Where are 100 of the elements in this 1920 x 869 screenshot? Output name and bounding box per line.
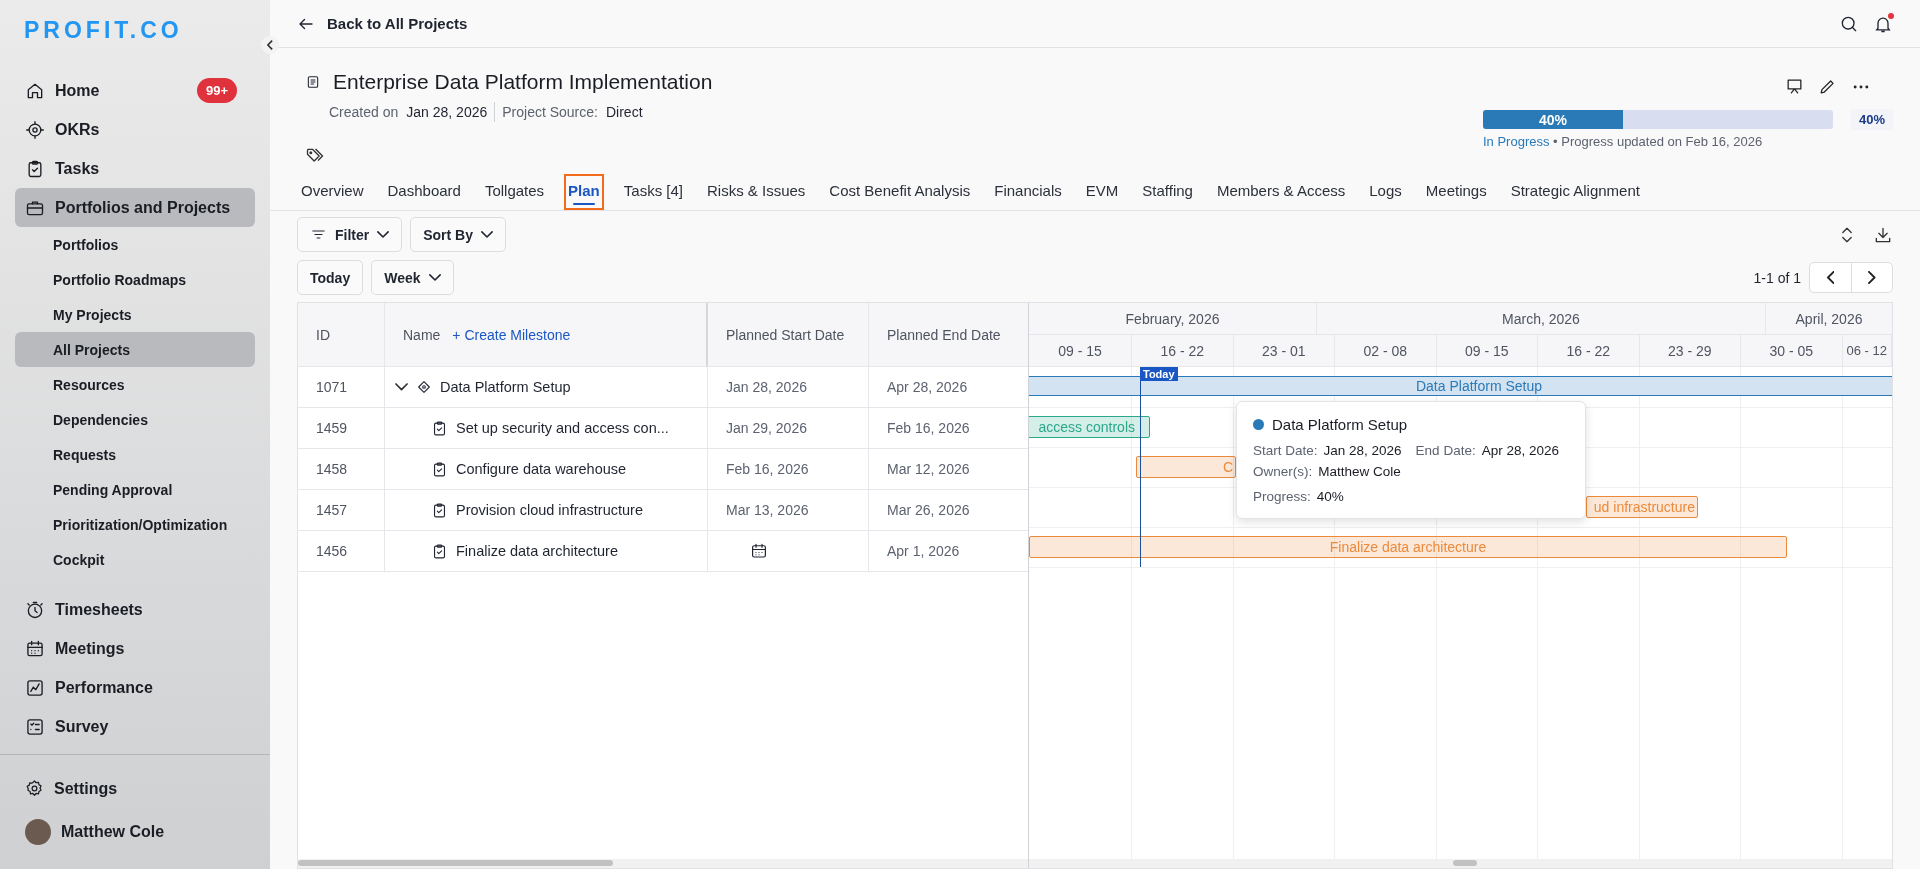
nav-subitem[interactable]: Pending Approval xyxy=(15,472,255,507)
filter-button[interactable]: Filter xyxy=(297,217,403,252)
nav-subitem[interactable]: Cockpit xyxy=(15,542,255,577)
clipboard-check-icon xyxy=(431,501,448,519)
nav-item[interactable]: Home 99+ xyxy=(15,71,255,110)
nav-item[interactable]: Portfolios and Projects xyxy=(15,188,255,227)
project-title: Enterprise Data Platform Implementation xyxy=(333,70,713,94)
pencil-icon[interactable] xyxy=(1818,77,1837,96)
today-button[interactable]: Today xyxy=(297,260,364,295)
nav-subitem[interactable]: All Projects xyxy=(15,332,255,367)
collapse-button[interactable] xyxy=(261,36,279,54)
tab[interactable]: Dashboard xyxy=(383,174,465,210)
chevron-left-icon xyxy=(1826,271,1835,284)
nav-item[interactable]: OKRs xyxy=(15,110,255,149)
week-label: 09 - 15 xyxy=(1058,342,1102,359)
bar-label: Finalize data architecture xyxy=(1329,539,1487,555)
chevron-right-icon xyxy=(1868,271,1876,284)
expand-toggle[interactable] xyxy=(395,383,408,391)
month-label: March, 2026 xyxy=(1502,310,1580,327)
task-name[interactable]: Configure data warehouse xyxy=(456,461,627,477)
nav-subitem[interactable]: Resources xyxy=(15,367,255,402)
column-header: Name xyxy=(403,326,441,343)
tab[interactable]: Overview xyxy=(297,174,368,210)
column-header: Planned Start Date xyxy=(708,303,869,366)
week-label: 30 - 05 xyxy=(1769,342,1814,359)
start-date: Feb 16, 2026 xyxy=(726,461,809,477)
tab[interactable]: Cost Benefit Analysis xyxy=(825,174,975,210)
clipboard-check-icon xyxy=(431,542,448,560)
tooltip-title: Data Platform Setup xyxy=(1272,416,1408,433)
line-chart-icon xyxy=(25,677,45,698)
id-cell: 1456 xyxy=(298,531,385,571)
tab[interactable]: Financials xyxy=(990,174,1066,210)
nav-subitem[interactable]: Prioritization/Optimization xyxy=(15,507,255,542)
start-date: Jan 29, 2026 xyxy=(726,420,807,436)
week-label: 02 - 08 xyxy=(1363,342,1408,359)
clipboard-check-icon xyxy=(431,460,448,478)
progress-updated: • Progress updated on Feb 16, 2026 xyxy=(1553,134,1763,149)
bar-label: access controls xyxy=(1038,419,1135,435)
tab[interactable]: Plan xyxy=(564,174,604,210)
pagination-text: 1-1 of 1 xyxy=(1753,269,1801,286)
tab[interactable]: Strategic Alignment xyxy=(1506,174,1644,210)
target-icon xyxy=(25,119,45,140)
scrollbar-thumb[interactable] xyxy=(1453,860,1477,866)
settings-item[interactable]: Settings xyxy=(15,769,255,808)
end-date: Mar 26, 2026 xyxy=(886,501,971,520)
tab[interactable]: Members & Access xyxy=(1212,174,1350,210)
nav-item[interactable]: Tasks xyxy=(15,149,255,188)
diamond-icon xyxy=(416,379,432,395)
calendar-icon xyxy=(25,638,45,659)
nav-subitem[interactable]: Portfolio Roadmaps xyxy=(15,262,255,297)
tab[interactable]: Staffing xyxy=(1138,174,1197,210)
calendar-icon[interactable] xyxy=(750,542,768,560)
tab[interactable]: Tollgates xyxy=(480,174,549,210)
avatar xyxy=(25,818,51,845)
source-value: Direct xyxy=(605,104,643,120)
nav-subitem[interactable]: Portfolios xyxy=(15,227,255,262)
notifications-icon[interactable] xyxy=(1873,13,1893,34)
progress-value: 40% xyxy=(1316,489,1344,504)
start-date-value: Jan 28, 2026 xyxy=(1323,443,1402,458)
clipboard-check-icon xyxy=(431,419,448,437)
tab[interactable]: EVM xyxy=(1081,174,1123,210)
task-name[interactable]: Finalize data architecture xyxy=(456,543,618,559)
chevron-down-icon xyxy=(481,231,494,238)
owner-value: Matthew Cole xyxy=(1318,464,1401,479)
scrollbar-thumb[interactable] xyxy=(298,860,613,866)
nav-item[interactable]: Timesheets xyxy=(15,590,255,629)
week-label: 06 - 12 xyxy=(1846,343,1887,358)
nav-item[interactable]: Performance xyxy=(15,668,255,707)
today-marker: Today xyxy=(1140,367,1178,381)
user-profile[interactable]: Matthew Cole xyxy=(15,812,255,851)
nav-item[interactable]: Meetings xyxy=(15,629,255,668)
nav-item[interactable]: Survey xyxy=(15,707,255,746)
created-label: Created on xyxy=(329,104,399,120)
month-label: February, 2026 xyxy=(1125,310,1220,327)
start-date: Mar 13, 2026 xyxy=(726,502,809,518)
back-link[interactable]: Back to All Projects xyxy=(297,14,468,33)
tab[interactable]: Tasks [4] xyxy=(619,174,687,210)
nav-subitem[interactable]: Requests xyxy=(15,437,255,472)
task-name[interactable]: Data Platform Setup xyxy=(440,379,571,395)
week-label: 23 - 29 xyxy=(1667,342,1712,359)
id-cell: 1457 xyxy=(298,490,385,530)
progress-fill: 40% xyxy=(1483,110,1623,129)
month-label: April, 2026 xyxy=(1795,310,1863,327)
end-date: Feb 16, 2026 xyxy=(886,419,971,438)
task-name[interactable]: Set up security and access con... xyxy=(456,420,669,436)
nav-subitem[interactable]: My Projects xyxy=(15,297,255,332)
tab[interactable]: Risks & Issues xyxy=(703,174,810,210)
create-milestone-link[interactable]: + Create Milestone xyxy=(452,326,571,343)
end-date: Apr 1, 2026 xyxy=(886,542,961,561)
chevron-down-icon xyxy=(428,274,441,281)
tab[interactable]: Meetings xyxy=(1421,174,1491,210)
presentation-icon[interactable] xyxy=(1785,77,1804,96)
document-icon xyxy=(305,74,321,90)
task-name[interactable]: Provision cloud infrastructure xyxy=(456,502,643,518)
sort-button[interactable]: Sort By xyxy=(410,217,507,252)
scale-dropdown[interactable]: Week xyxy=(371,260,454,295)
logo: PROFIT.CO xyxy=(24,17,184,45)
nav-subitem[interactable]: Dependencies xyxy=(15,402,255,437)
tab[interactable]: Logs xyxy=(1365,174,1406,210)
chevron-left-icon[interactable] xyxy=(267,40,273,50)
